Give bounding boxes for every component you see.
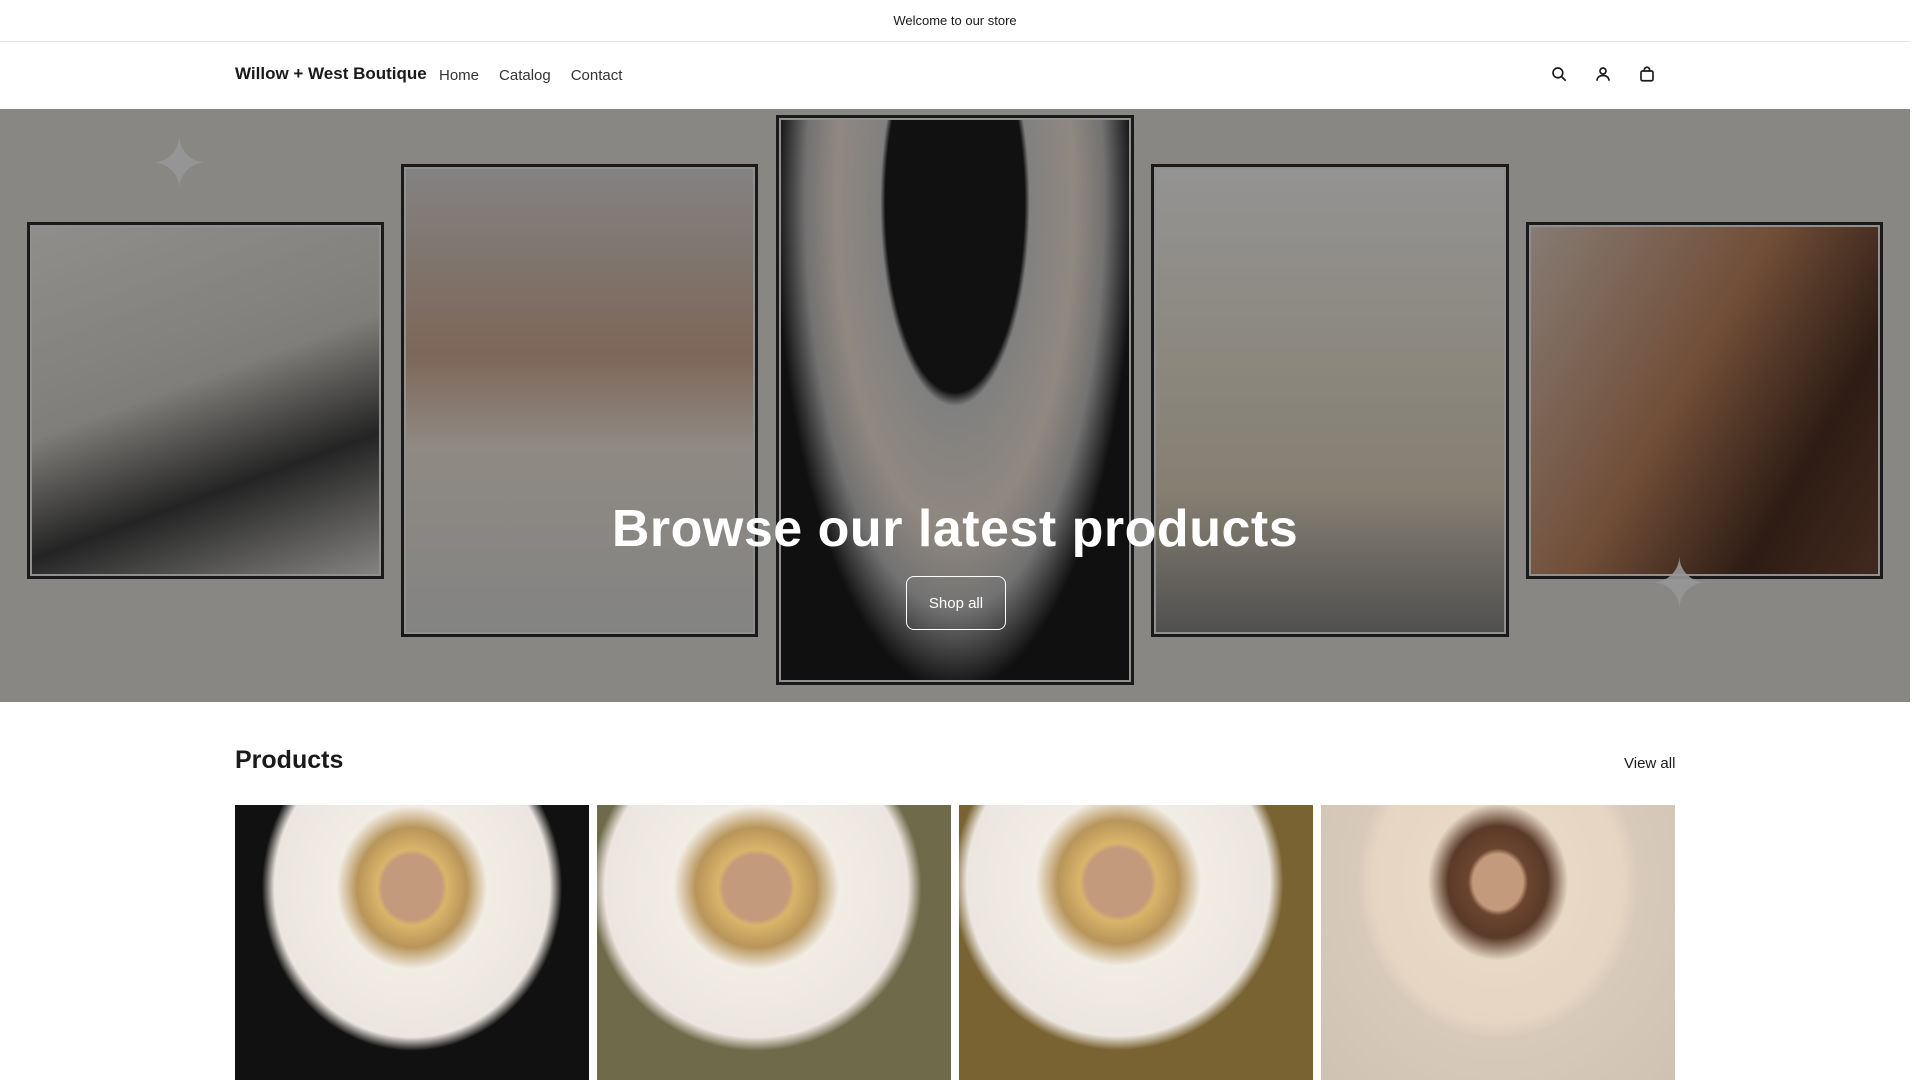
brand-logo[interactable]: Willow + West Boutique bbox=[235, 64, 427, 84]
product-grid bbox=[235, 805, 1676, 1080]
announcement-bar: Welcome to our store bbox=[0, 0, 1910, 42]
hero-banner: ✦ ✦ Browse our latest products Shop all bbox=[0, 109, 1910, 702]
products-heading: Products bbox=[235, 746, 344, 774]
announcement-text: Welcome to our store bbox=[893, 13, 1017, 28]
product-image[interactable] bbox=[959, 805, 1313, 1080]
hero-title: Browse our latest products bbox=[611, 500, 1299, 558]
site-header: Willow + West Boutique Home Catalog Cont… bbox=[0, 43, 1910, 109]
product-image[interactable] bbox=[1321, 805, 1675, 1080]
nav-contact[interactable]: Contact bbox=[571, 67, 623, 84]
main-nav: Home Catalog Contact bbox=[439, 67, 622, 84]
product-card[interactable] bbox=[1321, 805, 1675, 1080]
cart-icon[interactable] bbox=[1636, 61, 1658, 87]
header-icons bbox=[1548, 61, 1658, 87]
product-card[interactable] bbox=[597, 805, 951, 1080]
product-card[interactable] bbox=[235, 805, 589, 1080]
account-icon[interactable] bbox=[1592, 61, 1614, 87]
search-icon[interactable] bbox=[1548, 61, 1570, 87]
product-image[interactable] bbox=[235, 805, 589, 1080]
product-card[interactable] bbox=[959, 805, 1313, 1080]
view-all-link[interactable]: View all bbox=[1624, 755, 1675, 772]
nav-home[interactable]: Home bbox=[439, 67, 479, 84]
nav-catalog[interactable]: Catalog bbox=[499, 67, 551, 84]
shop-all-button[interactable]: Shop all bbox=[906, 576, 1006, 630]
product-image[interactable] bbox=[597, 805, 951, 1080]
